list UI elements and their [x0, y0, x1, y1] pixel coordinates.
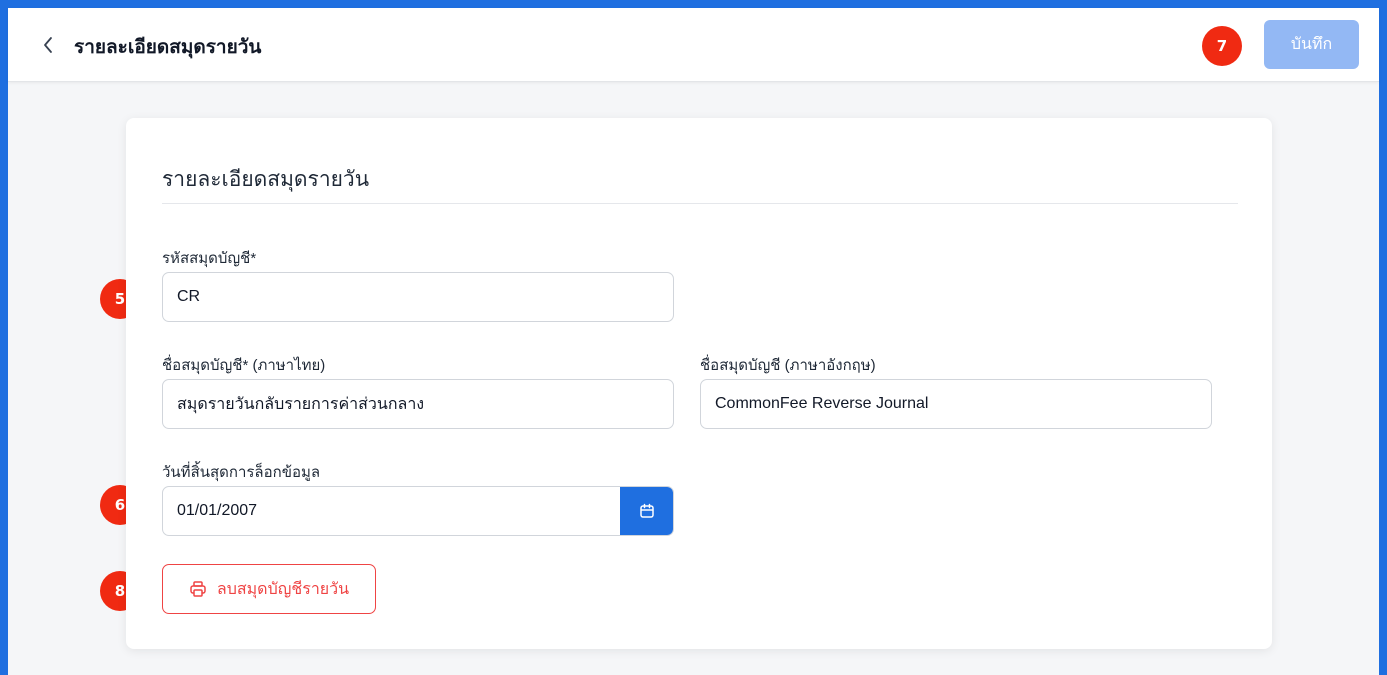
- name-th-input[interactable]: สมุดรายวันกลับรายการค่าส่วนกลาง: [162, 379, 674, 429]
- app-frame: รายละเอียดสมุดรายวัน 7 บันทึก 5 6 8 รายล…: [8, 8, 1379, 675]
- name-en-input-value: CommonFee Reverse Journal: [715, 395, 929, 412]
- code-input-value: CR: [177, 288, 201, 305]
- name-th-label: ชื่อสมุดบัญชี* (ภาษาไทย): [162, 357, 326, 374]
- card-title: รายละเอียดสมุดรายวัน: [162, 168, 370, 191]
- divider: [162, 203, 1238, 204]
- step-badge-save: 7: [1202, 26, 1242, 66]
- calendar-button[interactable]: [620, 487, 673, 535]
- chevron-left-icon[interactable]: [38, 34, 58, 56]
- code-label: รหัสสมุดบัญชี*: [162, 250, 257, 267]
- journal-detail-card: รายละเอียดสมุดรายวัน รหัสสมุดบัญชี* CR ช…: [126, 118, 1272, 649]
- name-en-input[interactable]: CommonFee Reverse Journal: [700, 379, 1212, 429]
- delete-journal-button[interactable]: ลบสมุดบัญชีรายวัน: [162, 564, 376, 614]
- printer-icon: [190, 581, 206, 597]
- name-en-label: ชื่อสมุดบัญชี (ภาษาอังกฤษ): [700, 357, 876, 374]
- lock-date-picker[interactable]: 01/01/2007: [162, 486, 674, 536]
- page-title: รายละเอียดสมุดรายวัน: [74, 37, 262, 58]
- code-input[interactable]: CR: [162, 272, 674, 322]
- lock-date-label: วันที่สิ้นสุดการล็อกข้อมูล: [162, 464, 321, 481]
- calendar-icon: [639, 503, 654, 518]
- page-header: รายละเอียดสมุดรายวัน 7 บันทึก: [8, 8, 1379, 82]
- delete-journal-label: ลบสมุดบัญชีรายวัน: [216, 580, 350, 598]
- name-th-input-value: สมุดรายวันกลับรายการค่าส่วนกลาง: [177, 395, 425, 413]
- lock-date-value[interactable]: 01/01/2007: [177, 487, 257, 535]
- save-button[interactable]: บันทึก: [1264, 20, 1359, 69]
